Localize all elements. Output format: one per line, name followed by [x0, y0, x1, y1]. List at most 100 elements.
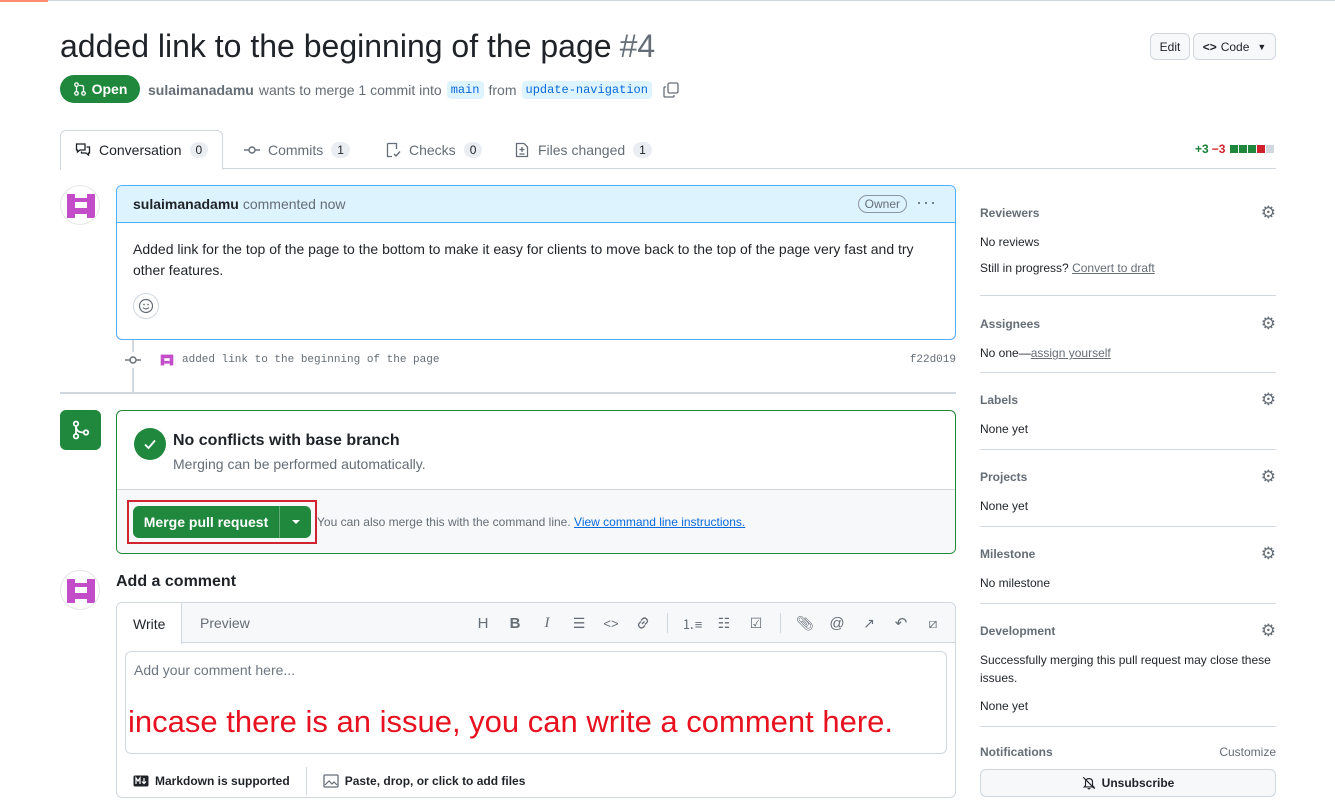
commit-message[interactable]: added link to the beginning of the page: [182, 354, 439, 366]
identicon-icon: [67, 579, 95, 603]
tab-checks[interactable]: Checks 0: [385, 130, 483, 169]
add-comment-heading: Add a comment: [116, 573, 237, 590]
pr-number: #4: [619, 28, 656, 64]
comment-placeholder: Add your comment here...: [134, 662, 296, 678]
attach-note: Paste, drop, or click to add files: [344, 774, 526, 788]
command-line-instructions-link[interactable]: View command line instructions.: [574, 515, 745, 529]
bold-icon[interactable]: B: [503, 613, 527, 633]
heading-icon[interactable]: H: [471, 613, 495, 633]
markdown-supported-link[interactable]: Markdown is supported: [117, 774, 306, 788]
timeline-divider: [60, 392, 956, 394]
gear-icon[interactable]: ⚙: [1261, 203, 1276, 223]
merge-status-title: No conflicts with base branch: [173, 432, 400, 449]
gear-icon[interactable]: ⚙: [1261, 467, 1276, 487]
code-icon[interactable]: <>: [599, 613, 623, 633]
commit-row: added link to the beginning of the page …: [124, 348, 956, 372]
markdown-icon: [133, 775, 149, 787]
base-branch[interactable]: main: [446, 81, 484, 99]
assignees-label[interactable]: Assignees: [980, 317, 1040, 331]
pr-state-label: Open: [91, 81, 128, 97]
comment-textarea[interactable]: Add your comment here... incase there is…: [125, 651, 947, 754]
tab-files-changed[interactable]: Files changed 1: [514, 130, 652, 169]
sidebar-milestone: Milestone ⚙ No milestone: [980, 544, 1276, 592]
annotation-note: incase there is an issue, you can write …: [128, 704, 894, 739]
diffstat-additions: +3: [1195, 142, 1209, 156]
head-branch[interactable]: update-navigation: [521, 81, 652, 99]
git-commit-icon: [244, 145, 260, 154]
merge-help: You can also merge this with the command…: [317, 515, 745, 529]
code-icon: <>: [1202, 39, 1217, 54]
commit-sha[interactable]: f22d019: [910, 354, 956, 366]
copy-icon[interactable]: [663, 82, 679, 98]
comment-time[interactable]: commented now: [243, 196, 346, 212]
cross-reference-icon[interactable]: ↗: [857, 613, 881, 633]
gear-icon[interactable]: ⚙: [1261, 544, 1276, 564]
gear-icon[interactable]: ⚙: [1261, 390, 1276, 410]
editor-footer: Markdown is supported Paste, drop, or cl…: [117, 763, 955, 797]
milestone-label[interactable]: Milestone: [980, 547, 1035, 561]
pr-title: added link to the beginning of the page #…: [60, 28, 655, 65]
diffstat-deletions: −3: [1211, 142, 1226, 156]
checklist-icon: [386, 142, 401, 157]
toolbar-divider: [780, 613, 781, 633]
git-commit-icon: [124, 352, 142, 368]
code-button[interactable]: <> Code ▼: [1193, 33, 1276, 60]
smiley-icon: [138, 298, 154, 314]
edit-button-label: Edit: [1159, 39, 1181, 54]
tab-files-changed-count: 1: [633, 141, 652, 158]
pr-title-text: added link to the beginning of the page: [60, 28, 612, 64]
tab-commits[interactable]: Commits 1: [244, 130, 350, 169]
merge-button-label: Merge pull request: [143, 514, 269, 530]
comment-editor: Write Preview H B I ☰ <> ⒈≡ ☷ ☑ 📎︎ @ ↗ ↶…: [116, 602, 956, 798]
tab-files-changed-label: Files changed: [538, 141, 626, 158]
merge-pull-request-button[interactable]: Merge pull request: [133, 506, 311, 538]
owner-badge: Owner: [857, 195, 907, 213]
italic-icon[interactable]: I: [535, 613, 559, 633]
add-reaction-button[interactable]: [133, 293, 159, 319]
link-icon[interactable]: [631, 613, 655, 633]
gear-icon[interactable]: ⚙: [1261, 314, 1276, 334]
pr-author-link[interactable]: sulaimanadamu: [148, 82, 254, 98]
paperclip-icon[interactable]: 📎︎: [793, 613, 817, 633]
tab-checks-count: 0: [463, 141, 483, 158]
tab-preview[interactable]: Preview: [184, 603, 266, 643]
customize-link[interactable]: Customize: [1219, 745, 1276, 759]
diffstat-blocks: [1230, 145, 1275, 153]
pull-request-icon: [73, 82, 86, 96]
commit-author-avatar[interactable]: [158, 351, 176, 369]
pr-from-text: from: [488, 82, 517, 98]
draft-prefix: Still in progress?: [980, 261, 1069, 275]
markdown-note: Markdown is supported: [155, 774, 290, 788]
slash-commands-icon[interactable]: ⧄: [921, 613, 945, 633]
tab-checks-label: Checks: [409, 141, 456, 158]
labels-label[interactable]: Labels: [980, 393, 1018, 407]
avatar[interactable]: [60, 185, 100, 225]
quote-icon[interactable]: ☰: [567, 613, 591, 633]
comment-author[interactable]: sulaimanadamu: [133, 196, 239, 212]
reply-icon[interactable]: ↶: [889, 613, 913, 633]
kebab-menu-icon[interactable]: ···: [916, 192, 937, 213]
ordered-list-icon[interactable]: ⒈≡: [680, 613, 704, 633]
tab-write[interactable]: Write: [117, 603, 183, 644]
sidebar-divider: [980, 449, 1276, 450]
merge-options-dropdown[interactable]: [279, 506, 311, 538]
tab-preview-label: Preview: [200, 615, 250, 631]
assignees-value: No one—assign yourself: [980, 344, 1276, 362]
convert-to-draft-link[interactable]: Convert to draft: [1072, 261, 1155, 275]
mention-icon[interactable]: @: [825, 613, 849, 633]
development-label[interactable]: Development: [980, 624, 1055, 638]
current-user-avatar[interactable]: [60, 570, 100, 610]
edit-button[interactable]: Edit: [1150, 33, 1190, 60]
reviewers-label[interactable]: Reviewers: [980, 206, 1039, 220]
top-border: [48, 0, 1335, 1]
gear-icon[interactable]: ⚙: [1261, 621, 1276, 641]
sidebar-projects: Projects ⚙ None yet: [980, 467, 1276, 515]
projects-label[interactable]: Projects: [980, 470, 1027, 484]
assign-yourself-link[interactable]: assign yourself: [1031, 346, 1111, 360]
unordered-list-icon[interactable]: ☷: [712, 613, 736, 633]
sidebar-divider: [980, 526, 1276, 527]
unsubscribe-button[interactable]: Unsubscribe: [980, 769, 1276, 797]
task-list-icon[interactable]: ☑: [744, 613, 768, 633]
tab-conversation[interactable]: Conversation 0: [60, 130, 224, 170]
attach-files-button[interactable]: Paste, drop, or click to add files: [307, 774, 542, 788]
